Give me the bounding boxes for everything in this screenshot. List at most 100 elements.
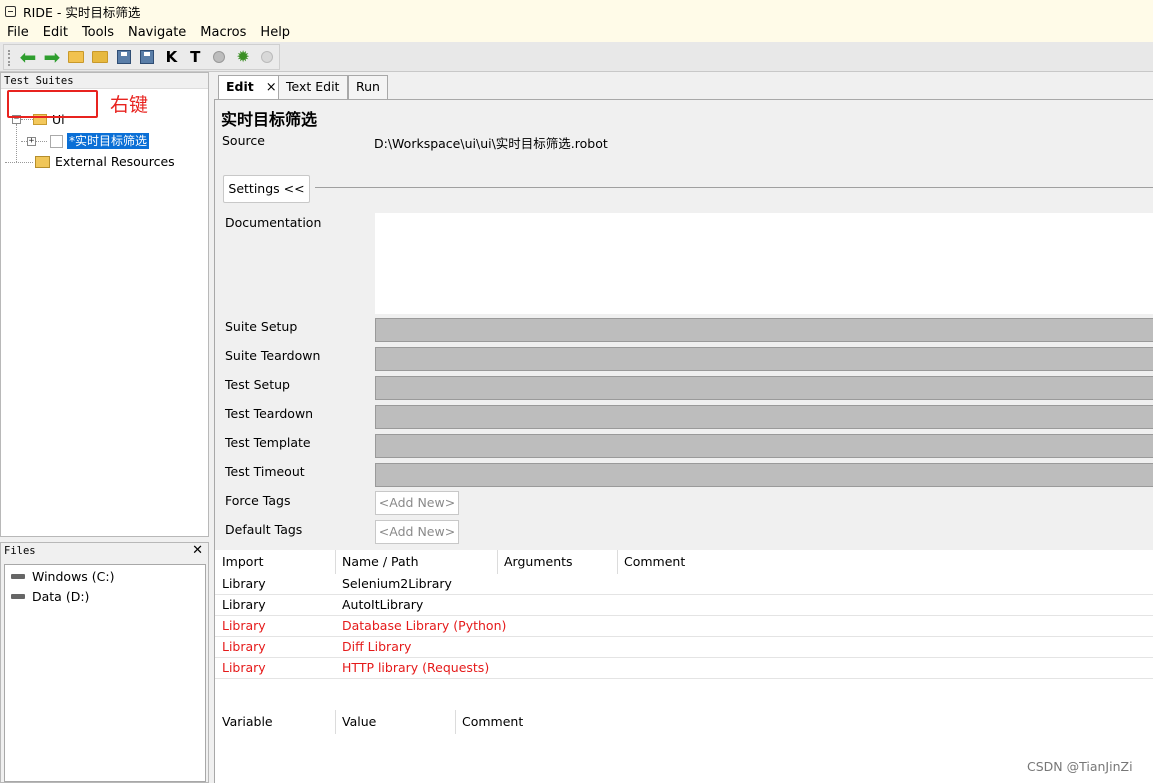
default-tags-add-new-button[interactable]: <Add New>	[375, 520, 459, 544]
suite-editor: 实时目标筛选 Source D:\Workspace\ui\ui\实时目标筛选.…	[214, 99, 1153, 783]
settings-toggle-button[interactable]: Settings <<	[223, 175, 310, 203]
column-header-value[interactable]: Value	[335, 710, 376, 734]
open-directory-button[interactable]	[88, 46, 112, 68]
variable-table: Variable Value Comment	[215, 690, 1153, 783]
menu-tools[interactable]: Tools	[82, 25, 114, 40]
open-suite-button[interactable]	[64, 46, 88, 68]
import-type: Library	[222, 597, 266, 612]
drive-icon	[11, 594, 25, 599]
title-bar: RIDE - 实时目标筛选	[0, 0, 1153, 22]
tab-text-edit[interactable]: Text Edit	[278, 75, 348, 99]
column-header-comment[interactable]: Comment	[617, 550, 685, 574]
force-tags-label: Force Tags	[225, 493, 291, 508]
import-type: Library	[222, 576, 266, 591]
save-button[interactable]	[112, 46, 136, 68]
search-keywords-button[interactable]: K	[159, 46, 183, 68]
run-icon	[213, 51, 226, 63]
menu-file[interactable]: File	[7, 25, 29, 40]
menu-edit[interactable]: Edit	[43, 25, 68, 40]
source-label: Source	[222, 133, 265, 148]
tree-node-label: External Resources	[55, 154, 175, 169]
files-header-label: Files	[4, 545, 36, 557]
debug-button[interactable]: ✹	[231, 46, 255, 68]
import-type: Library	[222, 660, 266, 675]
tree-node-external-resources[interactable]: External Resources	[35, 154, 175, 169]
table-row-error[interactable]: Library Database Library (Python)	[215, 616, 1153, 637]
table-row[interactable]: Library Selenium2Library	[215, 574, 1153, 595]
files-list: Windows (C:) Data (D:)	[4, 564, 206, 782]
open-directory-icon	[91, 51, 108, 63]
test-suites-panel: Test Suites − Ui + *实时目标筛选 External Reso…	[0, 72, 209, 537]
table-row-error[interactable]: Library HTTP library (Requests)	[215, 658, 1153, 679]
column-header-comment[interactable]: Comment	[455, 710, 523, 734]
drive-label: Data (D:)	[32, 589, 90, 604]
menu-macros[interactable]: Macros	[200, 25, 246, 40]
suite-checkbox[interactable]	[50, 134, 63, 148]
external-resources-icon	[35, 155, 50, 168]
test-setup-label: Test Setup	[225, 377, 290, 392]
toolbar: ⬅ ➡ K T ✹	[0, 42, 1153, 72]
window-title: RIDE - 实时目标筛选	[23, 4, 141, 20]
table-row[interactable]: Library AutoItLibrary	[215, 595, 1153, 616]
test-template-field[interactable]	[375, 434, 1153, 458]
source-path: D:\Workspace\ui\ui\实时目标筛选.robot	[374, 136, 608, 151]
save-all-button[interactable]	[136, 46, 160, 68]
suite-setup-field[interactable]	[375, 318, 1153, 342]
drive-label: Windows (C:)	[32, 569, 115, 584]
toolbar-group: ⬅ ➡ K T ✹	[3, 44, 280, 70]
table-row-error[interactable]: Library Diff Library	[215, 637, 1153, 658]
tab-edit[interactable]: Edit ×	[218, 75, 281, 100]
files-header: Files ✕	[1, 543, 208, 559]
import-table: Import Name / Path Arguments Comment Lib…	[215, 550, 1153, 680]
drive-item[interactable]: Windows (C:)	[11, 569, 114, 584]
column-header-name[interactable]: Name / Path	[335, 550, 419, 574]
tree-line	[16, 124, 17, 162]
search-tests-button[interactable]: T	[183, 46, 207, 68]
app-icon[interactable]	[5, 5, 16, 17]
save-icon	[116, 50, 131, 64]
close-tab-icon[interactable]: ×	[266, 80, 277, 95]
suite-teardown-label: Suite Teardown	[225, 348, 321, 363]
debug-icon: ✹	[236, 47, 250, 66]
import-type: Library	[222, 618, 266, 633]
tab-label: Text Edit	[286, 79, 340, 94]
tab-label: Edit	[226, 79, 254, 94]
import-type: Library	[222, 639, 266, 654]
expand-icon[interactable]: +	[27, 136, 36, 146]
annotation-text: 右键	[110, 94, 149, 116]
import-name: Database Library (Python)	[342, 618, 507, 633]
import-name: Selenium2Library	[342, 576, 452, 591]
forward-button[interactable]: ➡	[40, 46, 64, 68]
test-suites-header: Test Suites	[1, 73, 208, 89]
tree-node-suite[interactable]: + *实时目标筛选	[27, 133, 150, 149]
documentation-label: Documentation	[225, 215, 322, 230]
column-header-arguments[interactable]: Arguments	[497, 550, 573, 574]
stop-icon	[261, 51, 274, 63]
tree-node-label-selected: *实时目标筛选	[67, 133, 150, 149]
toolbar-grip[interactable]	[8, 50, 10, 66]
drive-icon	[11, 574, 25, 579]
run-button[interactable]	[207, 46, 231, 68]
close-icon[interactable]: ✕	[192, 543, 203, 559]
back-button[interactable]: ⬅	[16, 46, 40, 68]
tab-run[interactable]: Run	[348, 75, 388, 99]
suite-teardown-field[interactable]	[375, 347, 1153, 371]
drive-item[interactable]: Data (D:)	[11, 589, 89, 604]
open-suite-icon	[67, 51, 84, 63]
test-timeout-field[interactable]	[375, 463, 1153, 487]
menu-navigate[interactable]: Navigate	[128, 25, 186, 40]
documentation-field[interactable]	[375, 213, 1153, 314]
forward-icon: ➡	[43, 45, 61, 69]
stop-button[interactable]	[255, 46, 279, 68]
menu-help[interactable]: Help	[260, 25, 290, 40]
test-teardown-field[interactable]	[375, 405, 1153, 429]
column-header-import[interactable]: Import	[215, 550, 264, 574]
import-name: Diff Library	[342, 639, 412, 654]
tree-line	[5, 162, 33, 163]
watermark: CSDN @TianJinZi	[1027, 759, 1133, 774]
import-name: HTTP library (Requests)	[342, 660, 490, 675]
column-header-variable[interactable]: Variable	[215, 710, 273, 734]
force-tags-add-new-button[interactable]: <Add New>	[375, 491, 459, 515]
suite-title: 实时目标筛选	[221, 110, 318, 129]
test-setup-field[interactable]	[375, 376, 1153, 400]
